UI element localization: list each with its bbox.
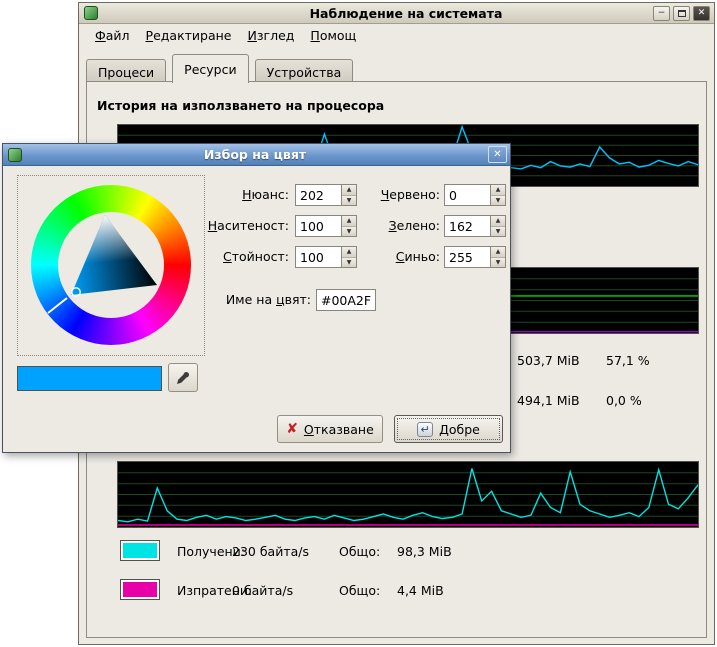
sent-color-swatch[interactable] [120, 579, 160, 600]
menubar: Файл Редактиране Изглед Помощ [79, 25, 714, 46]
hue-input[interactable] [296, 185, 341, 205]
swap-used-value: 494,1 MiB [517, 393, 580, 408]
menu-view[interactable]: Изглед [240, 25, 303, 46]
dialog-close-button[interactable]: ✕ [488, 146, 507, 163]
maximize-icon [678, 10, 686, 17]
cancel-button[interactable]: ✘ Отказване [277, 415, 383, 443]
eyedropper-button[interactable] [168, 363, 198, 392]
received-rate: 230 байта/s [232, 544, 309, 559]
app-icon [84, 6, 98, 20]
main-titlebar[interactable]: Наблюдение на системата − ✕ [79, 3, 714, 24]
dialog-icon [8, 148, 22, 162]
sent-total-label: Общо: [339, 583, 380, 598]
blue-input[interactable] [445, 247, 490, 267]
menu-edit[interactable]: Редактиране [138, 25, 240, 46]
spin-down-icon[interactable]: ▼ [491, 195, 505, 206]
memory-used-percent: 57,1 % [606, 353, 650, 368]
eyedropper-icon [175, 370, 191, 386]
cpu-history-title: История на използването на процесора [97, 98, 384, 113]
hsv-triangle[interactable] [31, 185, 191, 345]
maximize-button[interactable] [673, 6, 690, 21]
memory-used-value: 503,7 MiB [517, 353, 580, 368]
received-total-label: Общо: [339, 544, 380, 559]
blue-spinner[interactable]: ▲▼ [444, 246, 506, 268]
swap-used-percent: 0,0 % [606, 393, 642, 408]
close-button[interactable]: ✕ [693, 6, 710, 21]
saturation-label: Наситеност: [183, 215, 289, 237]
network-sent-row: Изпратени: 0 байта/s Общо: 4,4 MiB [87, 578, 706, 602]
saturation-input[interactable] [296, 216, 341, 236]
dialog-title: Избор на цвят [22, 147, 488, 162]
ok-button[interactable]: ↵ Добре [394, 415, 503, 443]
menu-help[interactable]: Помощ [302, 25, 364, 46]
color-wheel-area[interactable] [17, 175, 205, 356]
value-input[interactable] [296, 247, 341, 267]
green-label: Зелено: [348, 215, 440, 237]
sent-rate: 0 байта/s [232, 583, 293, 598]
color-name-input[interactable] [316, 289, 376, 311]
color-picker-dialog: Избор на цвят ✕ Нюанс: Наситеност: Стойн… [2, 143, 511, 453]
hue-label: Нюанс: [183, 184, 289, 206]
red-spinner[interactable]: ▲▼ [444, 184, 506, 206]
menu-file[interactable]: Файл [87, 25, 138, 46]
green-input[interactable] [445, 216, 490, 236]
ok-icon: ↵ [417, 422, 433, 437]
color-preview [17, 366, 162, 391]
minimize-button[interactable]: − [653, 6, 670, 21]
tab-resources[interactable]: Ресурси [172, 54, 248, 83]
blue-label: Синьо: [348, 246, 440, 268]
value-label: Стойност: [183, 246, 289, 268]
green-spinner[interactable]: ▲▼ [444, 215, 506, 237]
tab-bar: Процеси Ресурси Устройства [86, 53, 707, 82]
spin-up-icon[interactable]: ▲ [491, 247, 505, 257]
spin-up-icon[interactable]: ▲ [491, 216, 505, 226]
cancel-icon: ✘ [286, 422, 298, 436]
received-color-swatch[interactable] [120, 540, 160, 561]
network-history-chart [117, 461, 699, 528]
color-name-label: Име на цвят: [183, 289, 311, 311]
window-title: Наблюдение на системата [98, 6, 714, 21]
red-input[interactable] [445, 185, 490, 205]
received-total: 98,3 MiB [397, 544, 452, 559]
red-label: Червено: [348, 184, 440, 206]
network-received-row: Получени: 230 байта/s Общо: 98,3 MiB [87, 539, 706, 563]
sent-total: 4,4 MiB [397, 583, 444, 598]
spin-down-icon[interactable]: ▼ [491, 257, 505, 268]
hue-marker[interactable] [48, 298, 67, 313]
dialog-titlebar[interactable]: Избор на цвят ✕ [3, 144, 510, 166]
spin-up-icon[interactable]: ▲ [491, 185, 505, 195]
spin-down-icon[interactable]: ▼ [491, 226, 505, 237]
